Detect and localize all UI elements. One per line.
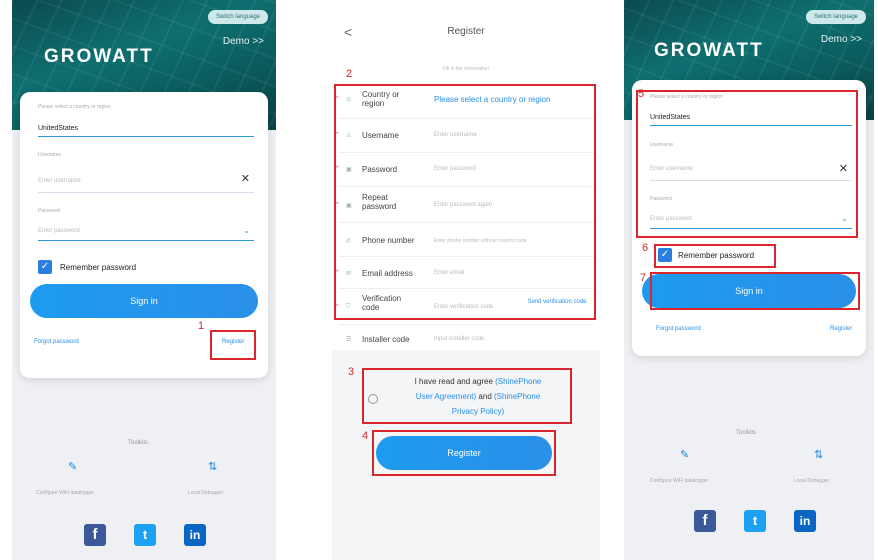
password-input[interactable]: Enter password	[38, 228, 80, 234]
country-underline	[38, 136, 254, 137]
login-screen-2: Switch language Demo >> GROWATT Please s…	[624, 0, 874, 560]
annotation-number-1: 1	[198, 320, 205, 332]
installer-input[interactable]: Input installer code	[434, 336, 484, 342]
username-input[interactable]: Enter username	[38, 178, 81, 184]
annotation-box-5	[636, 90, 858, 238]
remember-label: Remember password	[60, 263, 137, 272]
register-screen: < Register Fill in the information * ◎ C…	[332, 0, 600, 560]
local-debugger-label: Local Debugger	[188, 490, 224, 496]
local-debugger-icon[interactable]: ⇅	[208, 460, 217, 473]
sign-in-button[interactable]: Sign in	[30, 284, 258, 318]
wifi-config-icon[interactable]: ✎	[680, 448, 689, 461]
installer-icon: ☰	[346, 337, 352, 343]
username-label: Username	[38, 152, 62, 158]
password-label: Password	[38, 208, 60, 214]
annotation-number-6: 6	[642, 242, 649, 254]
register-link[interactable]: Register	[830, 326, 852, 332]
annotation-number-5: 5	[638, 88, 645, 100]
country-field[interactable]: UnitedStates	[38, 125, 78, 132]
annotation-box-4	[372, 430, 556, 476]
forgot-password-link[interactable]: Forgot password	[656, 326, 701, 332]
local-debugger-label: Local Debugger	[794, 478, 830, 484]
local-debugger-icon[interactable]: ⇅	[814, 448, 823, 461]
annotation-number-3: 3	[348, 366, 355, 378]
annotation-number-4: 4	[362, 430, 369, 442]
clear-icon[interactable]: ✕	[241, 172, 250, 185]
annotation-box-7	[650, 272, 860, 310]
linkedin-icon[interactable]: in	[794, 510, 816, 532]
country-label: Please select a country or region	[38, 104, 111, 110]
linkedin-icon[interactable]: in	[184, 524, 206, 546]
username-underline	[38, 192, 254, 193]
demo-link[interactable]: Demo >>	[821, 34, 862, 45]
divider	[338, 324, 594, 325]
annotation-box-2	[334, 84, 596, 320]
register-header: < Register	[332, 0, 600, 58]
demo-link[interactable]: Demo >>	[223, 36, 264, 47]
forgot-password-link[interactable]: Forgot password	[34, 339, 79, 345]
growatt-logo: GROWATT	[654, 40, 764, 61]
remember-checkbox[interactable]: ✓	[38, 260, 52, 274]
register-title: Register	[447, 26, 485, 37]
toolkits-title: Toolkits	[736, 430, 757, 436]
facebook-icon[interactable]: f	[84, 524, 106, 546]
twitter-icon[interactable]: t	[134, 524, 156, 546]
growatt-logo: GROWATT	[44, 46, 154, 67]
show-password-icon[interactable]: ⌄	[243, 226, 250, 235]
twitter-icon[interactable]: t	[744, 510, 766, 532]
toolkits-title: Toolkits	[128, 440, 149, 446]
facebook-icon[interactable]: f	[694, 510, 716, 532]
installer-label: Installer code	[362, 335, 410, 344]
wifi-config-icon[interactable]: ✎	[68, 460, 77, 473]
switch-language-button[interactable]: Switch language	[207, 10, 268, 24]
annotation-box-6	[654, 244, 776, 268]
annotation-box-1	[210, 330, 256, 360]
wifi-config-label: Configure WiFi datalogger	[650, 478, 709, 484]
wifi-config-label: Configure WiFi datalogger	[36, 490, 95, 496]
annotation-box-3	[362, 368, 572, 424]
switch-language-button[interactable]: Switch language	[805, 10, 866, 24]
password-underline	[38, 240, 254, 241]
form-hint: Fill in the information	[442, 66, 490, 72]
login-screen-1: Switch language Demo >> GROWATT Please s…	[12, 0, 276, 560]
annotation-number-2: 2	[346, 68, 353, 80]
annotation-number-7: 7	[640, 272, 647, 284]
